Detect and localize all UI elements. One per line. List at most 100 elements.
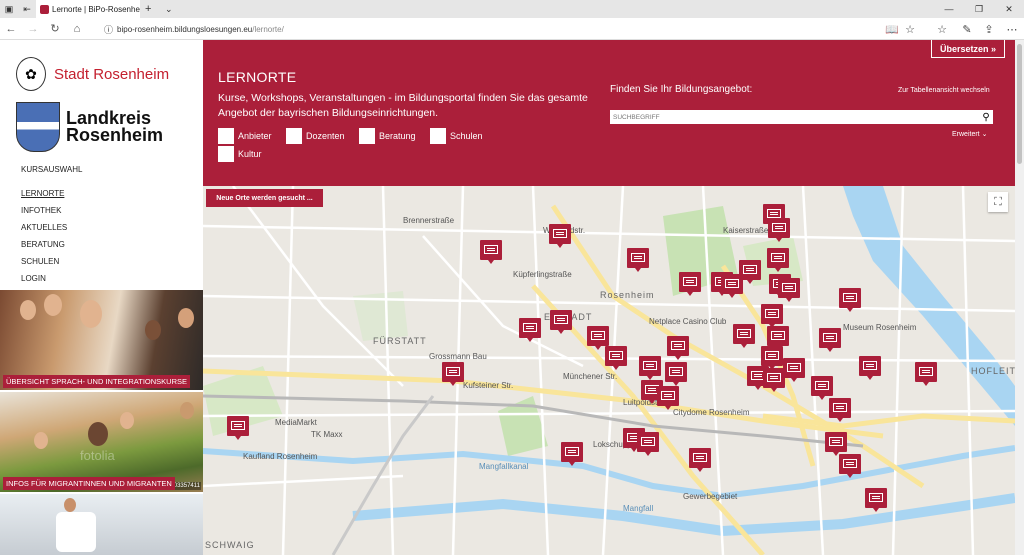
map-pin[interactable] xyxy=(442,362,464,386)
tab-dropdown-icon[interactable]: ⌄ xyxy=(165,0,173,18)
map-pin[interactable] xyxy=(767,248,789,272)
map-label-poi: Museum Rosenheim xyxy=(843,323,917,332)
checkbox[interactable] xyxy=(430,128,446,144)
menu-item-infothek[interactable]: INFOTHEK xyxy=(21,205,83,222)
forward-icon[interactable]: → xyxy=(22,18,44,40)
checkbox[interactable] xyxy=(359,128,375,144)
window-close-icon[interactable]: ✕ xyxy=(994,0,1024,18)
advanced-search-toggle[interactable]: Erweitert ⌄ xyxy=(952,130,987,138)
map-pin[interactable] xyxy=(825,432,847,456)
map-pin[interactable] xyxy=(587,326,609,350)
map-pin[interactable] xyxy=(739,260,761,284)
banner-integration-courses[interactable]: ÜBERSICHT SPRACH- UND INTEGRATIONSKURSE xyxy=(0,290,203,390)
filter-beratung[interactable]: Beratung xyxy=(359,128,416,144)
page-title: LERNORTE xyxy=(218,69,297,85)
map-pin[interactable] xyxy=(915,362,937,386)
map-pin[interactable] xyxy=(865,488,887,512)
search-icon[interactable]: ⚲ xyxy=(979,110,993,124)
page-scrollbar[interactable] xyxy=(1015,40,1024,555)
chevron-down-icon: ⌄ xyxy=(981,131,988,138)
tab-aside-icon[interactable]: ⇤ xyxy=(18,0,36,18)
map-pin[interactable] xyxy=(549,224,571,248)
share-icon[interactable]: ⇪ xyxy=(977,18,1001,40)
map-label-poi: Kaufland Rosenheim xyxy=(243,452,318,461)
map-pin[interactable] xyxy=(480,240,502,264)
map-pin[interactable] xyxy=(811,376,833,400)
map-pin[interactable] xyxy=(667,336,689,360)
city-seal-icon: ✿ xyxy=(16,57,46,91)
map[interactable]: Rosenheim FÜRSTATT HOFLEITE SCHWAIG ENST… xyxy=(203,186,1015,555)
map-pin[interactable] xyxy=(627,248,649,272)
translate-button[interactable]: Übersetzen » xyxy=(931,40,1005,58)
refresh-icon[interactable]: ↻ xyxy=(44,18,66,40)
map-pin[interactable] xyxy=(605,346,627,370)
map-pin[interactable] xyxy=(819,328,841,352)
checkbox[interactable] xyxy=(218,146,234,162)
checkbox[interactable] xyxy=(218,128,234,144)
fullscreen-icon[interactable]: ⛶ xyxy=(988,192,1008,212)
map-pin[interactable] xyxy=(768,218,790,242)
map-label-district: HOFLEITE xyxy=(971,366,1015,376)
map-pin[interactable] xyxy=(839,288,861,312)
back-icon[interactable]: ← xyxy=(0,18,22,40)
menu-item-kursauswahl[interactable]: KURSAUSWAHL xyxy=(21,164,83,188)
map-pin[interactable] xyxy=(859,356,881,380)
map-label-poi: MediaMarkt xyxy=(275,418,317,427)
map-pin[interactable] xyxy=(519,318,541,342)
map-pin[interactable] xyxy=(783,358,805,382)
table-view-link[interactable]: Zur Tabellenansicht wechseln xyxy=(898,87,990,94)
map-pin[interactable] xyxy=(839,454,861,478)
menu-item-aktuelles[interactable]: AKTUELLES xyxy=(21,222,83,239)
search-input[interactable]: SUCHBEGRIFF xyxy=(613,114,979,121)
checkbox[interactable] xyxy=(286,128,302,144)
map-pin[interactable] xyxy=(767,326,789,350)
map-pin[interactable] xyxy=(639,356,661,380)
tab-preview-icon[interactable]: ▣ xyxy=(0,0,18,18)
search-box[interactable]: SUCHBEGRIFF ⚲ xyxy=(610,110,993,124)
minimize-icon[interactable]: — xyxy=(934,0,964,18)
home-icon[interactable]: ⌂ xyxy=(66,18,88,40)
filter-anbieter[interactable]: Anbieter xyxy=(218,128,272,144)
map-pin[interactable] xyxy=(657,386,679,410)
map-pin[interactable] xyxy=(679,272,701,296)
filter-kultur[interactable]: Kultur xyxy=(218,146,262,162)
new-tab-icon[interactable]: + xyxy=(145,0,151,18)
map-pin[interactable] xyxy=(665,362,687,386)
map-pin[interactable] xyxy=(763,368,785,392)
map-label-city: Rosenheim xyxy=(600,290,655,300)
find-label: Finden Sie Ihr Bildungsangebot: xyxy=(610,84,753,95)
logo-stadt-rosenheim[interactable]: ✿ Stadt Rosenheim xyxy=(16,54,206,94)
map-pin[interactable] xyxy=(829,398,851,422)
menu-item-login[interactable]: LOGIN xyxy=(21,273,83,290)
logo-city-text: Stadt Rosenheim xyxy=(54,65,170,83)
restore-icon[interactable]: ❐ xyxy=(964,0,994,18)
pen-icon[interactable]: ✎ xyxy=(955,18,979,40)
map-pin[interactable] xyxy=(778,278,800,302)
more-icon[interactable]: ⋯ xyxy=(1000,18,1024,40)
map-pin[interactable] xyxy=(227,416,249,440)
new-places-button[interactable]: Neue Orte werden gesucht ... xyxy=(206,189,323,207)
url-host: bipo-rosenheim.bildungsloesungen.eu xyxy=(117,24,253,34)
map-pin[interactable] xyxy=(637,432,659,456)
address-bar[interactable]: ⓘ bipo-rosenheim.bildungsloesungen.eu/le… xyxy=(104,18,284,40)
map-pin[interactable] xyxy=(761,346,783,370)
banner-third[interactable] xyxy=(0,494,203,555)
map-pin[interactable] xyxy=(689,448,711,472)
favorite-star-icon[interactable]: ☆ xyxy=(898,18,922,40)
logo-landkreis-rosenheim[interactable]: Landkreis Rosenheim xyxy=(16,102,163,152)
map-label-poi: Netplace Casino Club xyxy=(649,317,727,326)
map-label-poi: Citydome Rosenheim xyxy=(673,408,750,417)
favorites-hub-icon[interactable]: ☆ xyxy=(930,18,954,40)
banner-caption: ÜBERSICHT SPRACH- UND INTEGRATIONSKURSE xyxy=(3,375,190,388)
menu-item-schulen[interactable]: SCHULEN xyxy=(21,256,83,273)
map-pin[interactable] xyxy=(561,442,583,466)
filter-schulen[interactable]: Schulen xyxy=(430,128,483,144)
map-pin[interactable] xyxy=(733,324,755,348)
menu-item-beratung[interactable]: BERATUNG xyxy=(21,239,83,256)
browser-tab-active[interactable]: Lernorte | BiPo-Rosenhe ✕ xyxy=(36,0,140,18)
map-pin[interactable] xyxy=(761,304,783,328)
banner-migrant-info[interactable]: fotolia 203357411 INFOS FÜR MIGRANTINNEN… xyxy=(0,392,203,492)
filter-dozenten[interactable]: Dozenten xyxy=(286,128,345,144)
map-pin[interactable] xyxy=(550,310,572,334)
menu-item-lernorte[interactable]: LERNORTE xyxy=(21,188,83,205)
